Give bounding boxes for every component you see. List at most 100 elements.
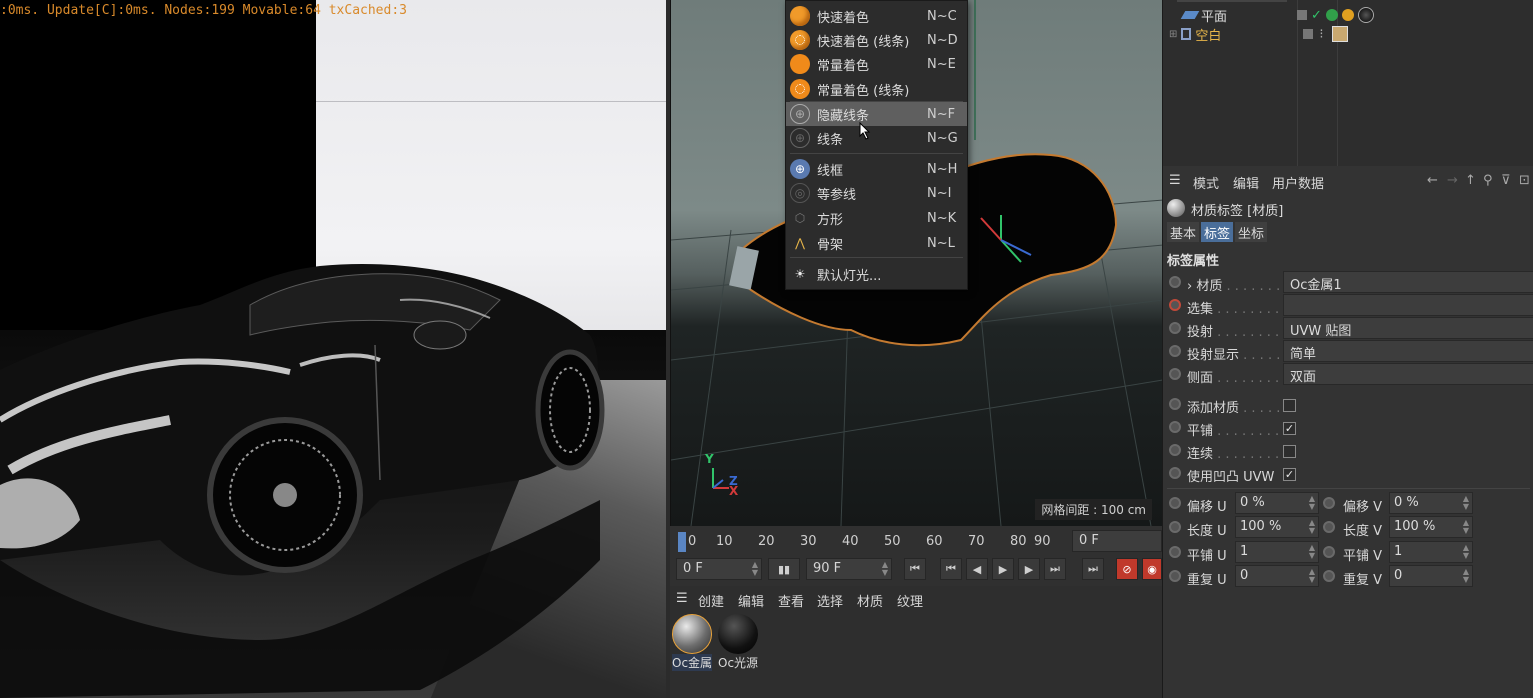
menu-mode[interactable]: 模式 — [1193, 173, 1219, 192]
repeat-v-field[interactable]: 0 ▲ ▼ — [1389, 565, 1473, 587]
hamburger-icon[interactable]: ☰ — [676, 591, 688, 606]
menu-view[interactable]: 查看 — [778, 591, 804, 610]
menu-edit[interactable]: 编辑 — [738, 591, 764, 610]
animate-dot[interactable] — [1169, 368, 1181, 380]
object-name: 平面 — [1201, 9, 1228, 25]
skeleton-icon: ⋀ — [795, 236, 805, 250]
prev-frame-icon[interactable]: ◀ — [966, 558, 988, 580]
animate-dot[interactable] — [1323, 497, 1335, 509]
menu-item-box[interactable]: ⬡ 方形 N~K — [786, 206, 967, 230]
animate-dot[interactable] — [1169, 345, 1181, 357]
hamburger-icon[interactable]: ☰ — [1169, 173, 1181, 188]
tag-icon[interactable] — [1325, 9, 1338, 21]
timeline-ruler[interactable]: 0 10 20 30 40 50 60 70 80 90 — [678, 530, 1051, 552]
animate-dot[interactable] — [1169, 421, 1181, 433]
next-frame-icon[interactable]: ▶ — [1018, 558, 1040, 580]
menu-texture[interactable]: 纹理 — [897, 591, 923, 610]
tiles-u-field[interactable]: 1 ▲ ▼ — [1235, 541, 1319, 563]
selection-field[interactable] — [1283, 294, 1533, 316]
expand-icon[interactable]: ⊡ — [1519, 173, 1530, 188]
menu-item-constant-lines[interactable]: 常量着色 (线条) — [786, 77, 967, 101]
end-frame-field[interactable]: 90 F ▲ ▼ — [806, 558, 892, 580]
tab-coordinates[interactable]: 坐标 — [1235, 222, 1268, 242]
menu-item-constant[interactable]: 常量着色 N~E — [786, 52, 967, 76]
start-frame-field[interactable]: 0 F ▲ ▼ — [676, 558, 762, 580]
projection-select[interactable]: UVW 贴图 — [1283, 317, 1533, 339]
menu-user-data[interactable]: 用户数据 — [1272, 173, 1324, 192]
tab-basic[interactable]: 基本 — [1167, 222, 1200, 242]
back-arrow-icon[interactable]: ← — [1427, 173, 1438, 188]
object-name: 空白 — [1195, 28, 1222, 44]
expand-icon[interactable]: ⊞ — [1169, 29, 1177, 40]
current-frame-field[interactable]: 0 F — [1072, 530, 1162, 552]
visibility-icon[interactable] — [1297, 10, 1307, 20]
autokey-icon[interactable]: ◉ — [1142, 558, 1162, 580]
menu-item-isoparms[interactable]: ◎ 等参线 N~I — [786, 181, 967, 205]
visibility-icon[interactable] — [1303, 29, 1314, 39]
menu-select[interactable]: 选择 — [817, 591, 843, 610]
animate-dot[interactable] — [1169, 570, 1181, 582]
menu-item-default-light[interactable]: ☀ 默认灯光... — [786, 262, 967, 286]
animate-dot[interactable] — [1169, 546, 1181, 558]
playhead[interactable] — [678, 532, 686, 552]
tiles-v-field[interactable]: 1 ▲ ▼ — [1389, 541, 1473, 563]
prev-key-icon[interactable]: ⏮ — [940, 558, 962, 580]
material-tag-icon[interactable] — [1331, 26, 1348, 42]
dots-icon[interactable]: ⁝ — [1319, 27, 1323, 42]
menu-edit[interactable]: 编辑 — [1233, 173, 1259, 192]
material-preview — [672, 614, 712, 654]
animate-dot[interactable] — [1169, 444, 1181, 456]
tab-tag[interactable]: 标签 — [1201, 222, 1234, 242]
range-slider[interactable]: ▮▮ — [768, 558, 800, 580]
length-v-field[interactable]: 100 % ▲ ▼ — [1389, 516, 1473, 538]
search-icon[interactable]: ⚲ — [1483, 173, 1493, 188]
material-swatch[interactable]: Oc光源 — [718, 614, 758, 672]
menu-material[interactable]: 材质 — [857, 591, 883, 610]
tile-checkbox[interactable]: ✓ — [1283, 422, 1296, 435]
goto-start-icon[interactable]: ⏮ — [904, 558, 926, 580]
side-select[interactable]: 双面 — [1283, 363, 1533, 385]
offset-u-field[interactable]: 0 % ▲ ▼ — [1235, 492, 1319, 514]
menu-item-gouraud-lines[interactable]: 快速着色 (线条) N~D — [786, 28, 967, 52]
animate-dot[interactable] — [1169, 276, 1181, 288]
goto-end-icon[interactable]: ⏭ — [1082, 558, 1104, 580]
add-material-checkbox[interactable] — [1283, 399, 1296, 412]
material-swatch[interactable]: Oc金属 — [672, 614, 712, 672]
menu-item-gouraud[interactable]: 快速着色 N~C — [786, 4, 967, 28]
animate-dot[interactable] — [1169, 398, 1181, 410]
filter-icon[interactable]: ⊽ — [1501, 173, 1511, 188]
record-icon[interactable]: ⊘ — [1116, 558, 1138, 580]
menu-item-lines[interactable]: ⊕ 线条 N~G — [786, 126, 967, 150]
animate-dot[interactable] — [1169, 521, 1181, 533]
animate-dot[interactable] — [1323, 546, 1335, 558]
length-u-field[interactable]: 100 % ▲ ▼ — [1235, 516, 1319, 538]
forward-arrow-icon[interactable]: → — [1447, 173, 1458, 188]
material-link-field[interactable]: Oc金属1 — [1283, 271, 1533, 293]
menu-item-wireframe[interactable]: ⊕ 线框 N~H — [786, 157, 967, 181]
offset-v-field[interactable]: 0 % ▲ ▼ — [1389, 492, 1473, 514]
render-view[interactable]: :0ms. Update[C]:0ms. Nodes:199 Movable:6… — [0, 0, 666, 698]
animate-dot[interactable] — [1323, 570, 1335, 582]
material-tag-icon[interactable] — [1357, 7, 1374, 23]
spinner-icon[interactable]: ▲ ▼ — [752, 561, 758, 577]
up-arrow-icon[interactable]: ↑ — [1465, 173, 1476, 188]
seamless-checkbox[interactable] — [1283, 445, 1296, 458]
animate-dot[interactable] — [1169, 299, 1181, 311]
play-icon[interactable]: ▶ — [992, 558, 1014, 580]
check-icon[interactable]: ✓ — [1311, 8, 1322, 23]
animate-dot[interactable] — [1323, 521, 1335, 533]
menu-item-hidden-line[interactable]: ⊕ 隐藏线条 N~F — [786, 102, 967, 126]
object-row-null[interactable]: ⊞ 空白 ⁝ — [1169, 25, 1529, 44]
animate-dot[interactable] — [1169, 322, 1181, 334]
tag-icon[interactable] — [1341, 9, 1354, 21]
menu-create[interactable]: 创建 — [698, 591, 724, 610]
next-key-icon[interactable]: ⏭ — [1044, 558, 1066, 580]
animate-dot[interactable] — [1169, 467, 1181, 479]
use-bump-uvw-checkbox[interactable]: ✓ — [1283, 468, 1296, 481]
projection-display-select[interactable]: 简单 — [1283, 340, 1533, 362]
menu-item-skeleton[interactable]: ⋀ 骨架 N~L — [786, 231, 967, 255]
spinner-icon[interactable]: ▲ ▼ — [882, 561, 888, 577]
repeat-u-field[interactable]: 0 ▲ ▼ — [1235, 565, 1319, 587]
animate-dot[interactable] — [1169, 497, 1181, 509]
object-row-plane[interactable]: 平面 ✓ — [1169, 6, 1529, 25]
